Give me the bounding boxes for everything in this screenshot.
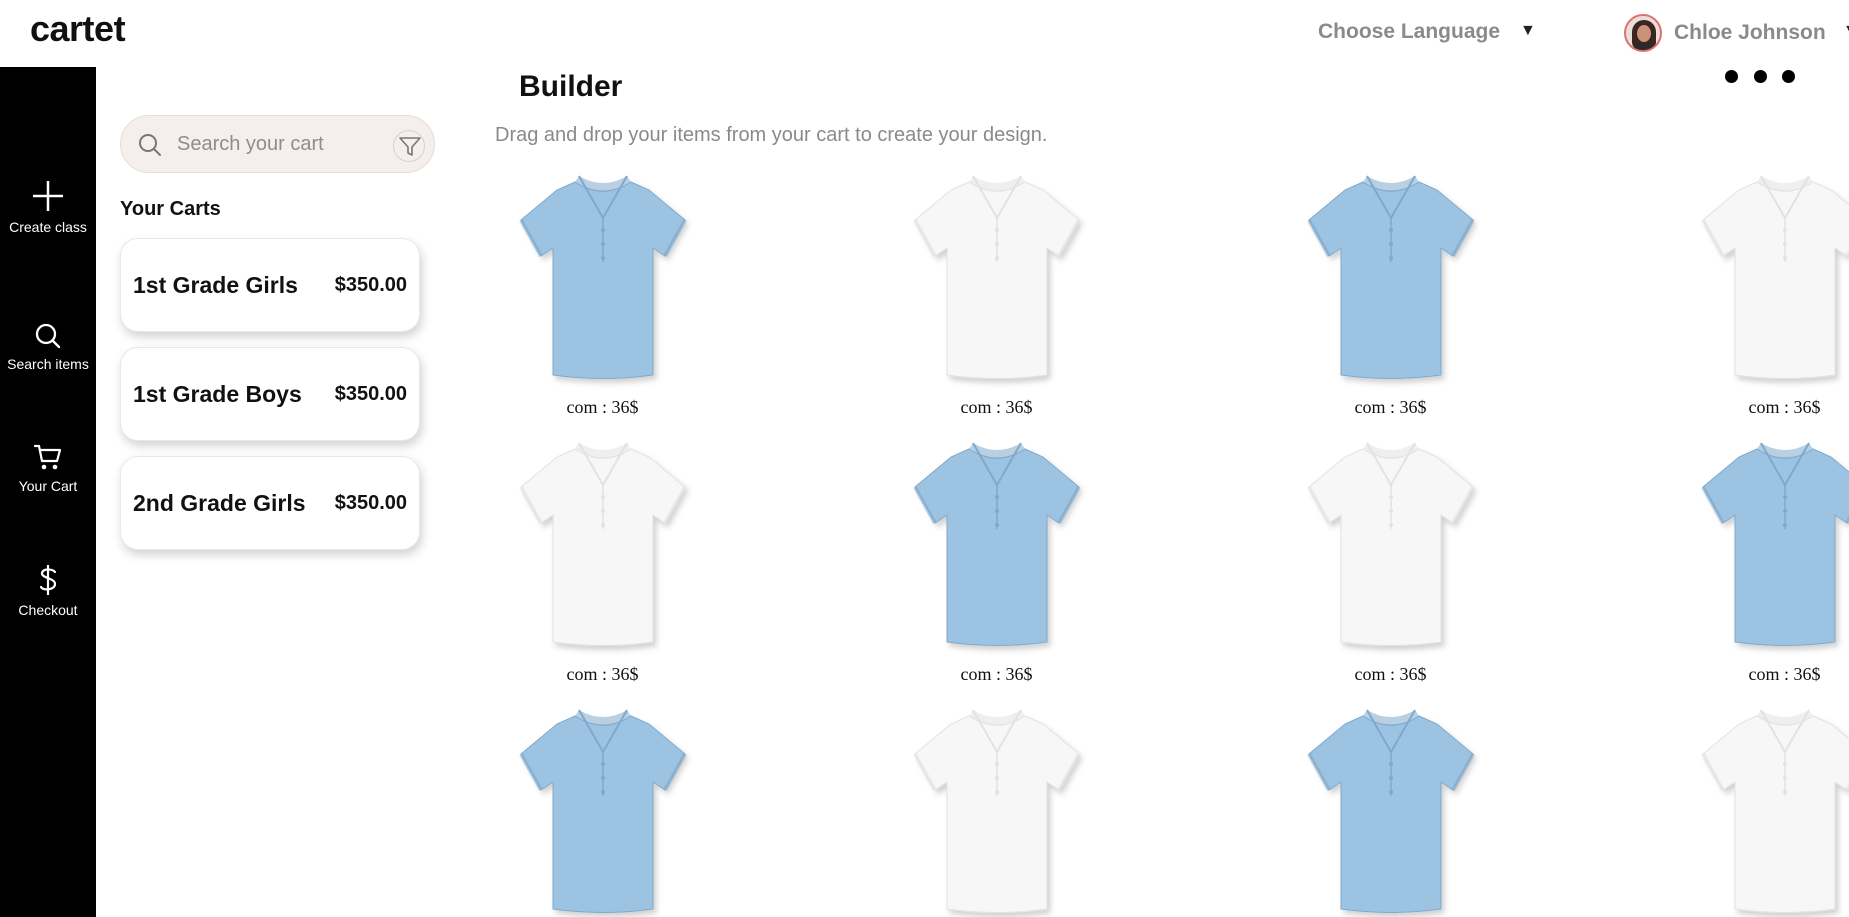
product-tile[interactable]: com : 36$: [884, 170, 1109, 425]
sidebar-item-checkout[interactable]: Checkout: [0, 564, 96, 618]
chevron-down-icon[interactable]: ▼: [1520, 22, 1536, 40]
product-price: com : 36$: [1354, 664, 1427, 684]
cart-card[interactable]: 2nd Grade Girls $350.00: [120, 456, 420, 550]
user-menu[interactable]: Chloe Johnson: [1624, 13, 1826, 53]
product-tile[interactable]: [1672, 704, 1849, 917]
cart-icon: [33, 444, 62, 470]
product-tile[interactable]: com : 36$: [1672, 437, 1849, 692]
sidebar-item-label: Checkout: [18, 602, 78, 618]
sidebar: Create class Search items Your Cart Chec…: [0, 67, 96, 917]
polo-shirt-image[interactable]: [1301, 170, 1481, 390]
polo-shirt-image[interactable]: [1301, 437, 1481, 657]
sidebar-item-label: Create class: [9, 219, 87, 235]
top-bar: cartet Choose Language ▼ Chloe Johnson ▼: [0, 0, 1849, 67]
product-tile[interactable]: [490, 704, 715, 917]
cart-search: [120, 115, 435, 173]
user-name[interactable]: Chloe Johnson: [1674, 21, 1826, 45]
page-title: Builder: [519, 70, 623, 103]
product-price: com : 36$: [566, 397, 639, 417]
polo-shirt-image[interactable]: [1301, 704, 1481, 917]
brand-logo[interactable]: cartet: [30, 8, 126, 50]
product-tile[interactable]: com : 36$: [1278, 437, 1503, 692]
cart-name: 1st Grade Girls: [133, 272, 298, 298]
search-input[interactable]: [177, 129, 377, 159]
product-price: com : 36$: [1748, 664, 1821, 684]
product-tile[interactable]: com : 36$: [1672, 170, 1849, 425]
dot-icon: [1782, 70, 1795, 83]
cart-card[interactable]: 1st Grade Girls $350.00: [120, 238, 420, 332]
product-tile[interactable]: com : 36$: [490, 170, 715, 425]
chevron-down-icon[interactable]: ▼: [1843, 22, 1849, 40]
language-selector[interactable]: Choose Language: [1318, 20, 1500, 44]
sidebar-item-create-class[interactable]: Create class: [0, 179, 96, 235]
cart-card[interactable]: 1st Grade Boys $350.00: [120, 347, 420, 441]
search-icon: [139, 134, 161, 156]
cart-price: $350.00: [334, 274, 407, 296]
dot-icon: [1753, 70, 1767, 83]
sidebar-item-your-cart[interactable]: Your Cart: [0, 442, 96, 494]
polo-shirt-image[interactable]: [1695, 437, 1849, 657]
product-price: com : 36$: [960, 664, 1033, 684]
cart-name: 2nd Grade Girls: [133, 490, 306, 516]
polo-shirt-image[interactable]: [513, 704, 693, 917]
polo-shirt-image[interactable]: [513, 170, 693, 390]
polo-shirt-image[interactable]: [1695, 704, 1849, 917]
plus-icon: [33, 181, 63, 211]
cart-name: 1st Grade Boys: [133, 381, 302, 407]
product-price: com : 36$: [1354, 397, 1427, 417]
sidebar-item-search-items[interactable]: Search items: [0, 322, 96, 372]
sidebar-item-label: Your Cart: [18, 478, 78, 494]
polo-shirt-image[interactable]: [513, 437, 693, 657]
page-subtitle: Drag and drop your items from your cart …: [495, 124, 1048, 146]
product-price: com : 36$: [1748, 397, 1821, 417]
dot-icon: [1725, 70, 1738, 83]
product-tile[interactable]: [1278, 704, 1503, 917]
more-options-button[interactable]: [1725, 70, 1795, 86]
product-tile[interactable]: com : 36$: [490, 437, 715, 692]
filter-button[interactable]: [393, 130, 425, 162]
product-price: com : 36$: [566, 664, 639, 684]
carts-heading: Your Carts: [120, 198, 221, 220]
polo-shirt-image[interactable]: [907, 170, 1087, 390]
carts-list: 1st Grade Girls $350.00 1st Grade Boys $…: [120, 238, 425, 563]
polo-shirt-image[interactable]: [907, 704, 1087, 917]
search-icon: [35, 323, 61, 349]
product-price: com : 36$: [960, 397, 1033, 417]
product-tile[interactable]: com : 36$: [1278, 170, 1503, 425]
polo-shirt-image[interactable]: [1695, 170, 1849, 390]
dollar-icon: [39, 565, 57, 595]
avatar[interactable]: [1624, 14, 1662, 52]
cart-price: $350.00: [334, 383, 407, 405]
product-tile[interactable]: com : 36$: [884, 437, 1109, 692]
filter-icon: [399, 137, 421, 156]
polo-shirt-image[interactable]: [907, 437, 1087, 657]
product-grid: com : 36$ com : 36$ com : 36$ com : 36$ …: [490, 170, 1849, 917]
sidebar-item-label: Search items: [7, 356, 89, 372]
cart-price: $350.00: [334, 492, 407, 514]
product-tile[interactable]: [884, 704, 1109, 917]
